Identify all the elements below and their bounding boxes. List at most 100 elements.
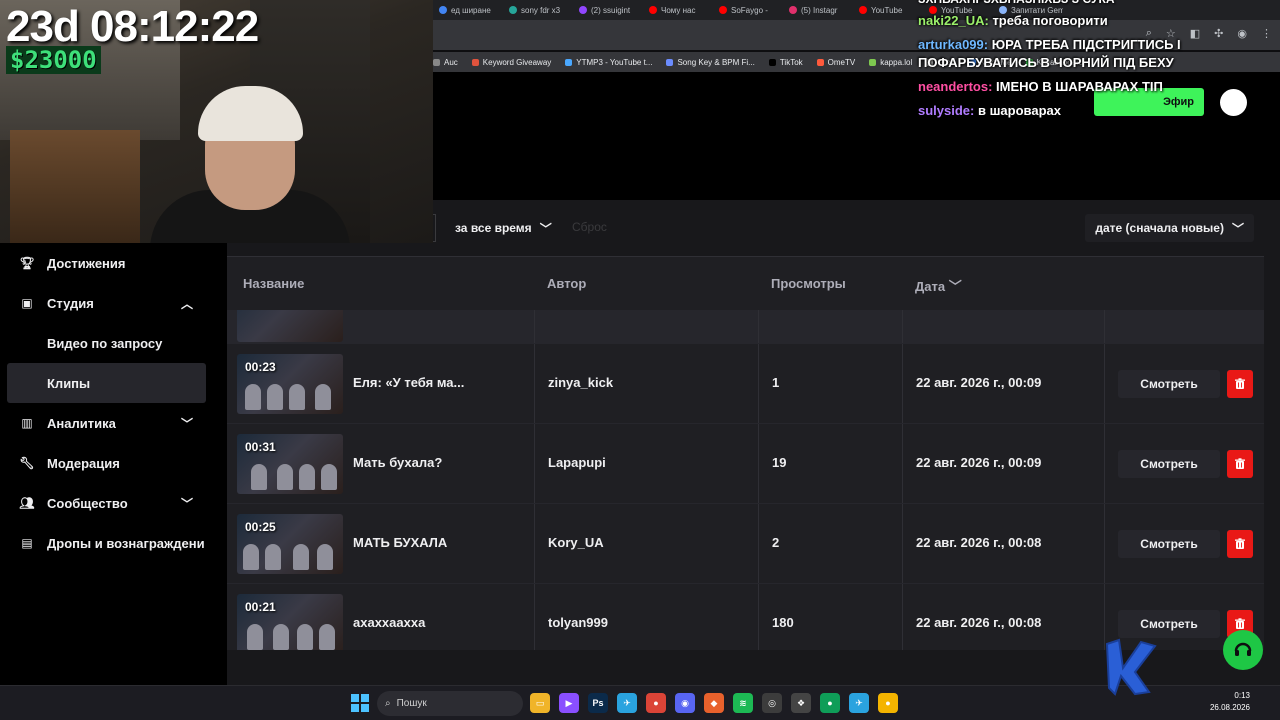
sidebar-item-vod[interactable]: Видео по запросу	[0, 323, 227, 363]
table-row[interactable]: 00:23 Еля: «У тебя ма... zinya_kick 1 22 авг…	[227, 344, 1264, 424]
sidebar-item-drops[interactable]: ▤ Дропы и вознаграждени	[0, 523, 227, 563]
chat-username[interactable]: arturka099:	[918, 37, 988, 52]
chrome-icon-2[interactable]: ●	[820, 693, 840, 713]
table-row[interactable]: 00:31 Мать бухала? Lapapupi 19 22 авг. 2026 …	[227, 424, 1264, 504]
resolve-icon[interactable]: ❖	[791, 693, 811, 713]
watch-clip-button[interactable]: Смотреть	[1118, 530, 1220, 558]
browser-tab[interactable]: ед ширане	[439, 6, 503, 15]
chat-message: sulyside: в шароварах	[918, 102, 1218, 120]
menu-dots-icon[interactable]: ⋮	[1261, 27, 1272, 40]
table-row-partial[interactable]	[227, 310, 1264, 344]
column-divider	[902, 424, 903, 503]
trash-icon	[1235, 378, 1245, 389]
chat-username[interactable]: naki22_UA:	[918, 13, 989, 28]
bookmark-item[interactable]: OmeTV	[816, 58, 855, 67]
clip-thumbnail[interactable]: 00:23	[237, 354, 343, 414]
sidebar-item-achievements[interactable]: 🏆︎ Достижения	[0, 243, 227, 283]
browser-tab[interactable]: (2) ssuigint	[579, 6, 643, 15]
thumbnail-figure	[247, 624, 263, 650]
tab-favicon-icon	[509, 6, 517, 14]
clock-date: 26.08.2026	[1209, 703, 1250, 712]
discord-icon[interactable]: ◉	[675, 693, 695, 713]
windows-start-icon[interactable]	[351, 694, 369, 712]
sort-dropdown[interactable]: дате (сначала новые) ﹀	[1085, 214, 1254, 242]
help-button[interactable]	[1223, 630, 1263, 670]
drops-icon: ▤	[21, 536, 33, 550]
reset-filters-button[interactable]: Сброс	[572, 220, 607, 234]
column-divider	[1104, 310, 1105, 343]
sidebar-item-clips[interactable]: Клипы	[7, 363, 206, 403]
telegram-icon[interactable]: ✈	[617, 693, 637, 713]
user-avatar[interactable]	[1220, 89, 1247, 116]
clip-author[interactable]: Kory_UA	[548, 535, 604, 550]
clip-thumbnail[interactable]	[237, 310, 343, 342]
browser-tab[interactable]: sony fdr x3	[509, 6, 573, 15]
column-date[interactable]: Дата ﹀	[915, 276, 962, 295]
watch-clip-button[interactable]: Смотреть	[1118, 450, 1220, 478]
chat-username[interactable]: sulyside:	[918, 103, 974, 118]
tab-label: SoFaygo -	[731, 5, 768, 15]
column-title[interactable]: Название	[243, 276, 304, 291]
bookmark-item[interactable]: Auc	[433, 58, 458, 67]
watch-clip-button[interactable]: Смотреть	[1118, 370, 1220, 398]
table-scrollbar[interactable]	[1274, 310, 1280, 650]
browser-tab[interactable]: Чому нас	[649, 6, 713, 15]
thumbnail-figure	[243, 544, 259, 570]
bookmark-item[interactable]: Song Key & BPM Fi...	[666, 58, 755, 67]
bookmark-item[interactable]: TikTok	[768, 58, 803, 67]
thumbnail-figure	[245, 384, 261, 410]
sidebar-item-studio[interactable]: ▣ Студия ︿	[0, 283, 227, 323]
column-views[interactable]: Просмотры	[771, 276, 846, 291]
headset-icon	[1234, 642, 1252, 656]
chrome-icon-3[interactable]: ●	[878, 693, 898, 713]
clip-views: 2	[772, 535, 780, 550]
chrome-icon[interactable]: ●	[646, 693, 666, 713]
bookmark-item[interactable]: Keyword Giveaway	[471, 58, 551, 67]
clip-author[interactable]: tolyan999	[548, 615, 608, 630]
chat-message: neandertos: ІМЕНО В ШАРАВАРАХ ТІП	[918, 78, 1218, 96]
file-explorer-icon[interactable]: ▭	[530, 693, 550, 713]
clip-title: Еля: «У тебя ма...	[353, 375, 465, 390]
profile-icon[interactable]: ◉	[1237, 27, 1247, 40]
obs-icon[interactable]: ◎	[762, 693, 782, 713]
column-divider	[1104, 504, 1105, 583]
spotify-icon[interactable]: ≋	[733, 693, 753, 713]
tab-favicon-icon	[439, 6, 447, 14]
taskbar-clock[interactable]: 0:13 26.08.2026	[1210, 690, 1250, 714]
bookmark-item[interactable]: YTMP3 - YouTube t...	[565, 58, 652, 67]
column-divider	[534, 424, 535, 503]
chat-message: arturka099: ЮРА ТРЕБА ПІДСТРИГТИСЬ І ПОФ…	[918, 36, 1218, 72]
browser-tab[interactable]: SoFaygo -	[719, 6, 783, 15]
clip-author[interactable]: Lapapupi	[548, 455, 606, 470]
sidebar-item-moderation[interactable]: 🔧︎ Модерация	[0, 443, 227, 483]
period-filter-label: за все время	[455, 221, 532, 235]
browser-tab[interactable]: (5) Instagr	[789, 6, 853, 15]
browser-tab[interactable]: YouTube	[859, 6, 923, 15]
telegram-icon-2[interactable]: ✈	[849, 693, 869, 713]
watch-clip-button[interactable]: Смотреть	[1118, 610, 1220, 638]
clip-author[interactable]: zinya_kick	[548, 375, 613, 390]
clips-table-body: 00:23 Еля: «У тебя ма... zinya_kick 1 22 авг…	[227, 310, 1264, 650]
channel-logo-icon	[1105, 638, 1157, 696]
media-icon[interactable]: ▶	[559, 693, 579, 713]
sidebar-item-community[interactable]: 👥︎ Сообщество ﹀	[0, 483, 227, 523]
photoshop-icon[interactable]: Ps	[588, 693, 608, 713]
column-divider	[534, 310, 535, 343]
creator-sidebar: 🏆︎ Достижения ▣ Студия ︿ Видео по запрос…	[0, 243, 227, 685]
app-icon[interactable]: ◆	[704, 693, 724, 713]
delete-clip-button[interactable]	[1227, 530, 1253, 558]
column-author[interactable]: Автор	[547, 276, 586, 291]
sidebar-item-label: Аналитика	[47, 415, 116, 431]
chat-username[interactable]: neandertos:	[918, 79, 992, 94]
taskbar-search[interactable]: ⌕ Пошук	[377, 691, 523, 716]
sidebar-item-analytics[interactable]: ▥ Аналитика ﹀	[0, 403, 227, 443]
period-filter-dropdown[interactable]: за все время ﹀	[449, 214, 558, 242]
clip-thumbnail[interactable]: 00:25	[237, 514, 343, 574]
delete-clip-button[interactable]	[1227, 370, 1253, 398]
clip-thumbnail[interactable]: 00:21	[237, 594, 343, 650]
bookmark-item[interactable]: kappa.lol	[869, 58, 912, 67]
chevron-down-icon: ﹀	[539, 221, 552, 236]
table-row[interactable]: 00:25 МАТЬ БУХАЛА Kory_UA 2 22 авг. 2026 г.,…	[227, 504, 1264, 584]
delete-clip-button[interactable]	[1227, 450, 1253, 478]
clip-thumbnail[interactable]: 00:31	[237, 434, 343, 494]
